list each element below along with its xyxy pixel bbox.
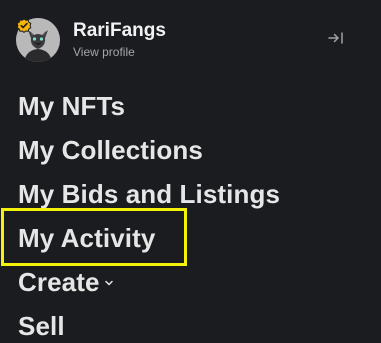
menu-item-sell[interactable]: Sell	[18, 304, 280, 343]
menu-item-my-collections[interactable]: My Collections	[18, 128, 280, 172]
menu-item-my-bids-and-listings[interactable]: My Bids and Listings	[18, 172, 280, 216]
collapse-sidebar-icon[interactable]	[327, 30, 345, 46]
username: RariFangs	[73, 20, 166, 41]
menu-item-label: Sell	[18, 310, 65, 341]
menu-item-my-activity[interactable]: My Activity	[18, 216, 280, 260]
sidebar-nav: My NFTs My Collections My Bids and Listi…	[18, 84, 280, 343]
avatar	[16, 18, 60, 62]
chevron-down-icon	[104, 280, 113, 286]
profile-link[interactable]: RariFangs View profile	[16, 18, 166, 62]
menu-item-label: My Activity	[18, 222, 156, 253]
menu-item-label: My Collections	[18, 134, 203, 165]
menu-item-my-nfts[interactable]: My NFTs	[18, 84, 280, 128]
menu-item-label: My NFTs	[18, 90, 126, 121]
view-profile-link[interactable]: View profile	[73, 44, 166, 60]
profile-text: RariFangs View profile	[73, 20, 166, 60]
verified-badge-icon	[16, 18, 32, 34]
menu-item-label: My Bids and Listings	[18, 178, 281, 209]
menu-item-label: Create	[18, 266, 100, 297]
menu-item-create[interactable]: Create	[18, 260, 280, 304]
sidebar-menu-panel: RariFangs View profile My NFTs My Collec…	[0, 0, 381, 343]
